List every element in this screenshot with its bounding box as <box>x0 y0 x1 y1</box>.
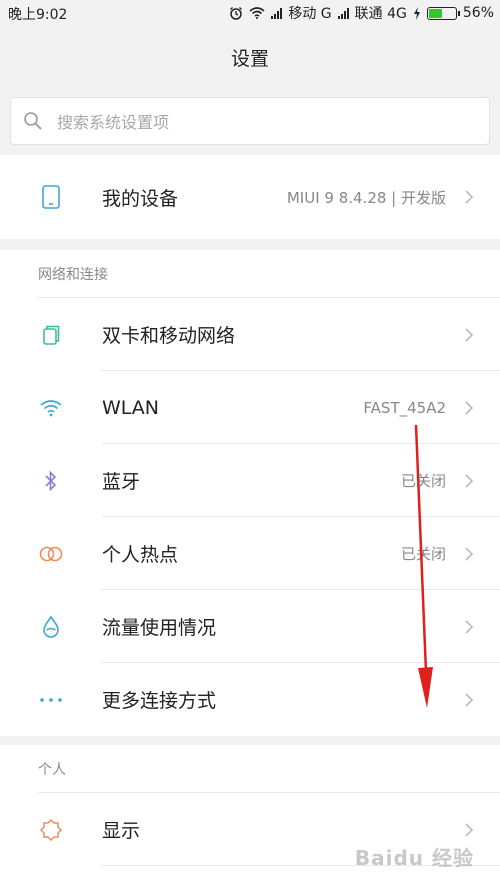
network-section: 网络和连接 双卡和移动网络 WLAN FAST_45A2 蓝牙 已关闭 个人热点 <box>0 250 500 736</box>
status-bar: 晚上9:02 移动 G 联通 4G 56% <box>0 0 500 26</box>
my-device-card: 我的设备 MIUI 9 8.4.28 | 开发版 <box>0 155 500 239</box>
search-placeholder: 搜索系统设置项 <box>57 113 170 132</box>
more-dots-icon <box>38 687 64 713</box>
search-icon <box>24 112 42 130</box>
section-title: 个人 <box>38 762 66 778</box>
wifi-status-icon <box>249 7 265 19</box>
my-device-value: MIUI 9 8.4.28 | 开发版 <box>286 188 446 207</box>
battery-percent: 56% <box>462 5 494 21</box>
row-label: 个人热点 <box>102 544 179 566</box>
carrier2-label: 联通 4G <box>354 6 407 22</box>
row-value: 已关闭 <box>400 472 446 490</box>
my-device-label: 我的设备 <box>102 187 179 210</box>
my-device-row[interactable]: 我的设备 MIUI 9 8.4.28 | 开发版 <box>0 155 500 239</box>
charging-icon <box>413 6 420 20</box>
chevron-right-icon <box>465 400 474 415</box>
settings-row-data-usage[interactable]: 流量使用情况 <box>0 590 500 663</box>
row-label: WLAN <box>102 396 160 419</box>
bluetooth-icon <box>38 468 64 494</box>
page-title: 设置 <box>230 47 269 70</box>
chevron-right-icon <box>465 473 474 488</box>
section-title: 网络和连接 <box>38 267 108 283</box>
row-value: FAST_45A2 <box>363 398 446 417</box>
chevron-right-icon <box>465 190 474 204</box>
carrier1-label: 移动 G <box>288 6 332 22</box>
dual-sim-icon <box>38 322 64 348</box>
hotspot-icon <box>38 541 64 567</box>
wifi-icon <box>38 395 64 421</box>
row-label: 双卡和移动网络 <box>102 325 236 347</box>
settings-row-wlan[interactable]: WLAN FAST_45A2 <box>0 371 500 444</box>
phone-icon <box>38 184 64 210</box>
row-label: 流量使用情况 <box>102 617 217 639</box>
chevron-right-icon <box>465 692 474 707</box>
watermark: Baidu 经验 <box>354 846 474 870</box>
status-time: 晚上9:02 <box>8 7 68 23</box>
signal-icon <box>271 7 283 19</box>
settings-row-more-connections[interactable]: 更多连接方式 <box>0 663 500 736</box>
row-label: 更多连接方式 <box>102 690 217 712</box>
settings-row-hotspot[interactable]: 个人热点 已关闭 <box>0 517 500 590</box>
chevron-right-icon <box>465 619 474 634</box>
chevron-right-icon <box>465 546 474 561</box>
status-icons: 移动 G 联通 4G 56% <box>229 3 494 23</box>
brightness-icon <box>38 817 64 843</box>
section-header: 个人 <box>0 745 500 793</box>
data-usage-icon <box>38 614 64 640</box>
battery-icon <box>426 6 460 20</box>
settings-row-dual-sim[interactable]: 双卡和移动网络 <box>0 298 500 371</box>
row-value: 已关闭 <box>400 545 446 563</box>
alarm-icon <box>230 7 243 20</box>
chevron-right-icon <box>465 327 474 342</box>
signal-icon-2 <box>337 7 349 19</box>
settings-row-bluetooth[interactable]: 蓝牙 已关闭 <box>0 444 500 517</box>
row-label: 显示 <box>102 820 141 842</box>
search-input[interactable]: 搜索系统设置项 <box>10 97 490 145</box>
battery-fill <box>428 8 443 18</box>
page-header: 设置 <box>0 26 500 88</box>
row-label: 蓝牙 <box>102 471 141 493</box>
chevron-right-icon <box>465 822 474 837</box>
section-header: 网络和连接 <box>0 250 500 298</box>
